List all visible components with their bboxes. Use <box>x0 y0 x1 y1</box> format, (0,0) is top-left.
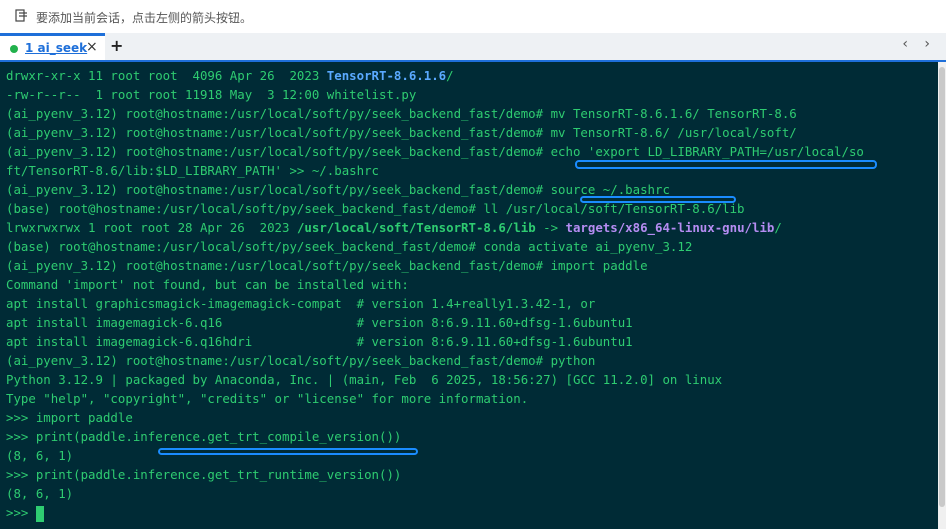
tab-label[interactable]: 1 ai_seek <box>25 41 87 55</box>
terminal-scrollbar[interactable] <box>938 62 946 529</box>
tab-bar: 1 ai_seek × + ‹ › <box>0 33 946 62</box>
terminal-line: (ai_pyenv_3.12) root@hostname:/usr/local… <box>6 182 670 197</box>
terminal-line: (ai_pyenv_3.12) root@hostname:/usr/local… <box>6 353 596 368</box>
terminal-line: -rw-r--r-- 1 root root 11918 May 3 12:00… <box>6 87 417 102</box>
terminal-line: apt install graphicsmagick-imagemagick-c… <box>6 296 596 311</box>
terminal-line: >>> print(paddle.inference.get_trt_runti… <box>6 467 402 482</box>
terminal-line: >>> print(paddle.inference.get_trt_compi… <box>6 429 402 444</box>
terminal-line: (ai_pyenv_3.12) root@hostname:/usr/local… <box>6 106 797 121</box>
directory-name: TensorRT-8.6.1.6 <box>326 68 447 83</box>
highlight-underline-print <box>158 448 418 455</box>
terminal-line: (base) root@hostname:/usr/local/soft/py/… <box>6 239 693 254</box>
terminal-line: Command 'import' not found, but can be i… <box>6 277 409 292</box>
terminal-line: ft/TensorRT-8.6/lib:$LD_LIBRARY_PATH' >>… <box>6 163 379 178</box>
terminal-line: apt install imagemagick-6.q16 # version … <box>6 315 633 330</box>
connection-status-icon <box>10 45 18 53</box>
terminal-output[interactable]: drwxr-xr-x 11 root root 4096 Apr 26 2023… <box>0 62 938 529</box>
close-tab-icon[interactable]: × <box>86 39 98 55</box>
symlink-path: /usr/local/soft/TensorRT-8.6/lib <box>296 220 536 235</box>
session-hint-text: 要添加当前会话，点击左侧的箭头按钮。 <box>36 11 253 25</box>
terminal-line: >>> import paddle <box>6 410 133 425</box>
add-session-icon[interactable] <box>15 9 29 22</box>
terminal-line: (8, 6, 1) <box>6 486 74 501</box>
scrollbar-thumb[interactable] <box>939 67 945 507</box>
terminal-cursor <box>35 505 44 522</box>
symlink-target: targets/x86_64-linux-gnu/lib <box>565 220 775 235</box>
add-tab-button[interactable]: + <box>110 36 123 55</box>
session-hint-bar: 要添加当前会话，点击左侧的箭头按钮。 <box>0 0 946 33</box>
terminal-prompt-line[interactable]: >>> <box>6 503 44 522</box>
terminal-line: Python 3.12.9 | packaged by Anaconda, In… <box>6 372 723 387</box>
terminal-line: Type "help", "copyright", "credits" or "… <box>6 391 529 406</box>
terminal-line: (8, 6, 1) <box>6 448 74 463</box>
terminal-line: (ai_pyenv_3.12) root@hostname:/usr/local… <box>6 144 864 159</box>
tab-navigation-arrows[interactable]: ‹ › <box>902 36 936 52</box>
terminal-line: lrwxrwxrwx 1 root root 28 Apr 26 2023 /u… <box>6 220 782 235</box>
terminal-line: drwxr-xr-x 11 root root 4096 Apr 26 2023… <box>6 68 454 83</box>
terminal-line: (ai_pyenv_3.12) root@hostname:/usr/local… <box>6 258 648 273</box>
tab-ai-seek[interactable]: 1 ai_seek × <box>0 33 105 60</box>
highlight-underline-source <box>580 196 736 203</box>
highlight-underline-echo <box>575 160 877 169</box>
terminal-line: apt install imagemagick-6.q16hdri # vers… <box>6 334 633 349</box>
terminal-line: (ai_pyenv_3.12) root@hostname:/usr/local… <box>6 125 797 140</box>
